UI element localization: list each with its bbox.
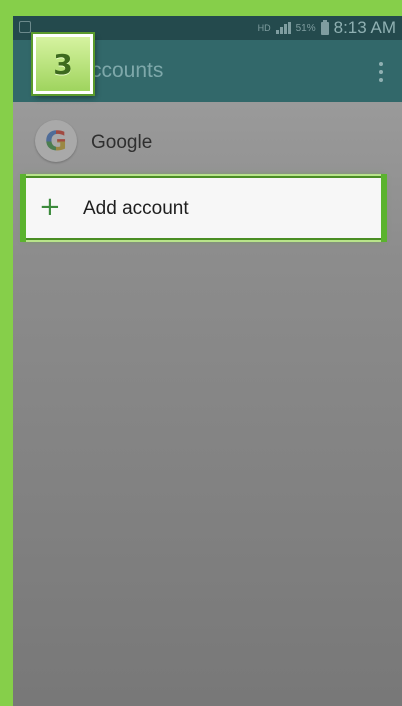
add-account-button[interactable]: + Add account: [20, 174, 387, 242]
account-item-google[interactable]: G Google: [13, 102, 402, 170]
add-account-label: Add account: [83, 198, 189, 219]
google-icon-letter: G: [44, 125, 68, 157]
tutorial-frame: HD 51% 8:13 AM ccounts G Google + Add ac…: [0, 0, 402, 706]
plus-icon: +: [39, 192, 61, 222]
google-icon: G: [35, 120, 77, 162]
status-indicators: HD 51% 8:13 AM: [258, 18, 396, 38]
account-label-google: Google: [91, 132, 153, 153]
status-time: 8:13 AM: [333, 18, 396, 37]
battery-icon: [320, 19, 329, 35]
page-title: ccounts: [91, 59, 164, 82]
notification-icon: [19, 21, 31, 33]
step-badge: 3: [33, 34, 93, 94]
phone-screen: HD 51% 8:13 AM ccounts G Google + Add ac…: [13, 16, 402, 706]
overflow-menu-icon[interactable]: [378, 62, 384, 82]
battery-percent: 51%: [295, 22, 316, 34]
accounts-list: G Google + Add account: [13, 102, 402, 706]
signal-bars-icon: [275, 22, 291, 34]
network-type: HD: [257, 23, 271, 33]
step-number: 3: [53, 47, 73, 81]
